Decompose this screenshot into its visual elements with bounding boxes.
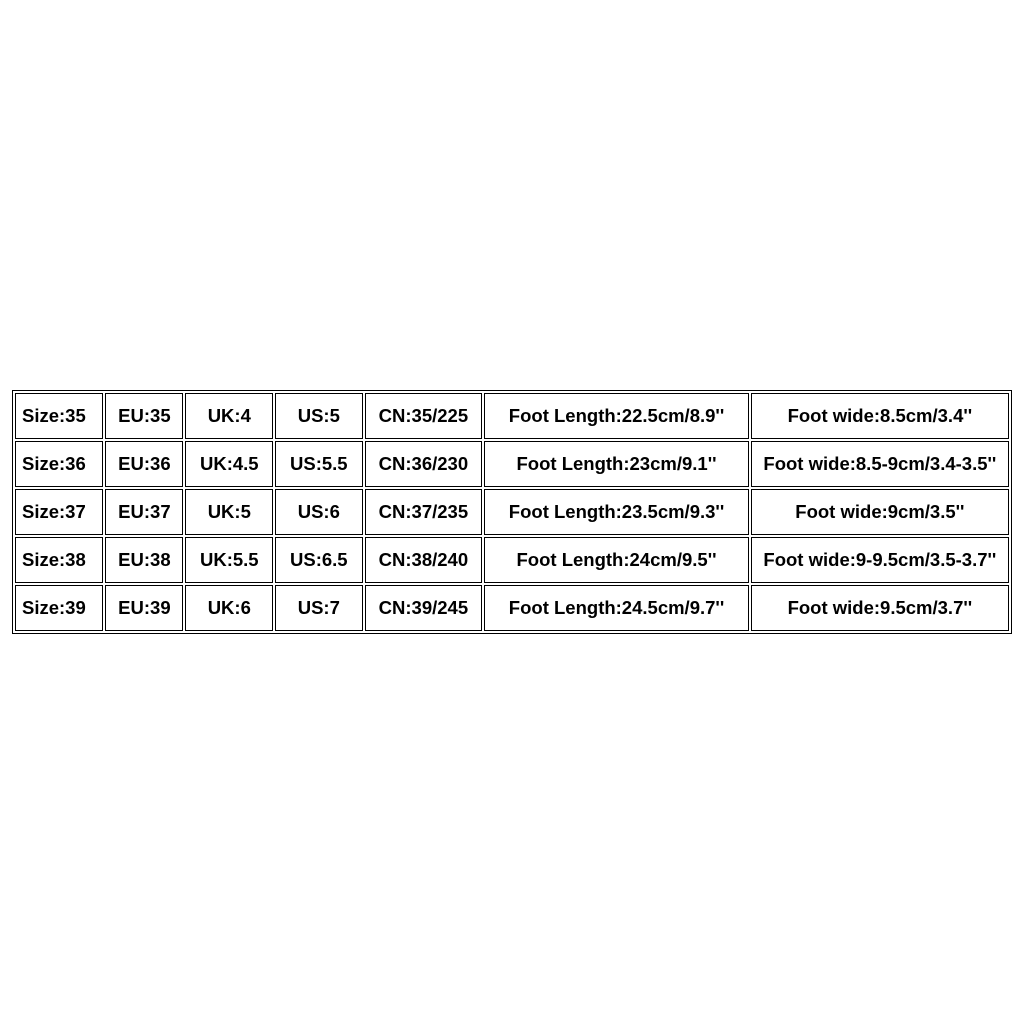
cell-foot-length: Foot Length:23.5cm/9.3'' (484, 489, 748, 535)
cell-eu: EU:38 (105, 537, 183, 583)
cell-us: US:6 (275, 489, 362, 535)
cell-uk: UK:4 (185, 393, 273, 439)
cell-eu: EU:35 (105, 393, 183, 439)
cell-eu: EU:39 (105, 585, 183, 631)
table-row: Size:39 EU:39 UK:6 US:7 CN:39/245 Foot L… (15, 585, 1009, 631)
size-chart-table: Size:35 EU:35 UK:4 US:5 CN:35/225 Foot L… (12, 390, 1012, 634)
size-chart-container: Size:35 EU:35 UK:4 US:5 CN:35/225 Foot L… (12, 390, 1012, 634)
cell-foot-wide: Foot wide:9cm/3.5'' (751, 489, 1009, 535)
cell-foot-length: Foot Length:22.5cm/8.9'' (484, 393, 748, 439)
cell-cn: CN:37/235 (365, 489, 483, 535)
cell-size: Size:35 (15, 393, 103, 439)
cell-eu: EU:37 (105, 489, 183, 535)
table-row: Size:35 EU:35 UK:4 US:5 CN:35/225 Foot L… (15, 393, 1009, 439)
cell-cn: CN:35/225 (365, 393, 483, 439)
cell-cn: CN:38/240 (365, 537, 483, 583)
cell-us: US:7 (275, 585, 362, 631)
cell-foot-wide: Foot wide:9-9.5cm/3.5-3.7'' (751, 537, 1009, 583)
cell-size: Size:39 (15, 585, 103, 631)
cell-foot-length: Foot Length:23cm/9.1'' (484, 441, 748, 487)
cell-cn: CN:36/230 (365, 441, 483, 487)
cell-foot-length: Foot Length:24.5cm/9.7'' (484, 585, 748, 631)
cell-foot-wide: Foot wide:9.5cm/3.7'' (751, 585, 1009, 631)
cell-foot-length: Foot Length:24cm/9.5'' (484, 537, 748, 583)
cell-foot-wide: Foot wide:8.5-9cm/3.4-3.5'' (751, 441, 1009, 487)
cell-us: US:5.5 (275, 441, 362, 487)
cell-foot-wide: Foot wide:8.5cm/3.4'' (751, 393, 1009, 439)
cell-us: US:5 (275, 393, 362, 439)
cell-cn: CN:39/245 (365, 585, 483, 631)
table-row: Size:37 EU:37 UK:5 US:6 CN:37/235 Foot L… (15, 489, 1009, 535)
table-row: Size:38 EU:38 UK:5.5 US:6.5 CN:38/240 Fo… (15, 537, 1009, 583)
cell-size: Size:37 (15, 489, 103, 535)
cell-uk: UK:5 (185, 489, 273, 535)
cell-uk: UK:4.5 (185, 441, 273, 487)
cell-us: US:6.5 (275, 537, 362, 583)
table-row: Size:36 EU:36 UK:4.5 US:5.5 CN:36/230 Fo… (15, 441, 1009, 487)
cell-size: Size:38 (15, 537, 103, 583)
cell-size: Size:36 (15, 441, 103, 487)
cell-uk: UK:5.5 (185, 537, 273, 583)
cell-eu: EU:36 (105, 441, 183, 487)
cell-uk: UK:6 (185, 585, 273, 631)
